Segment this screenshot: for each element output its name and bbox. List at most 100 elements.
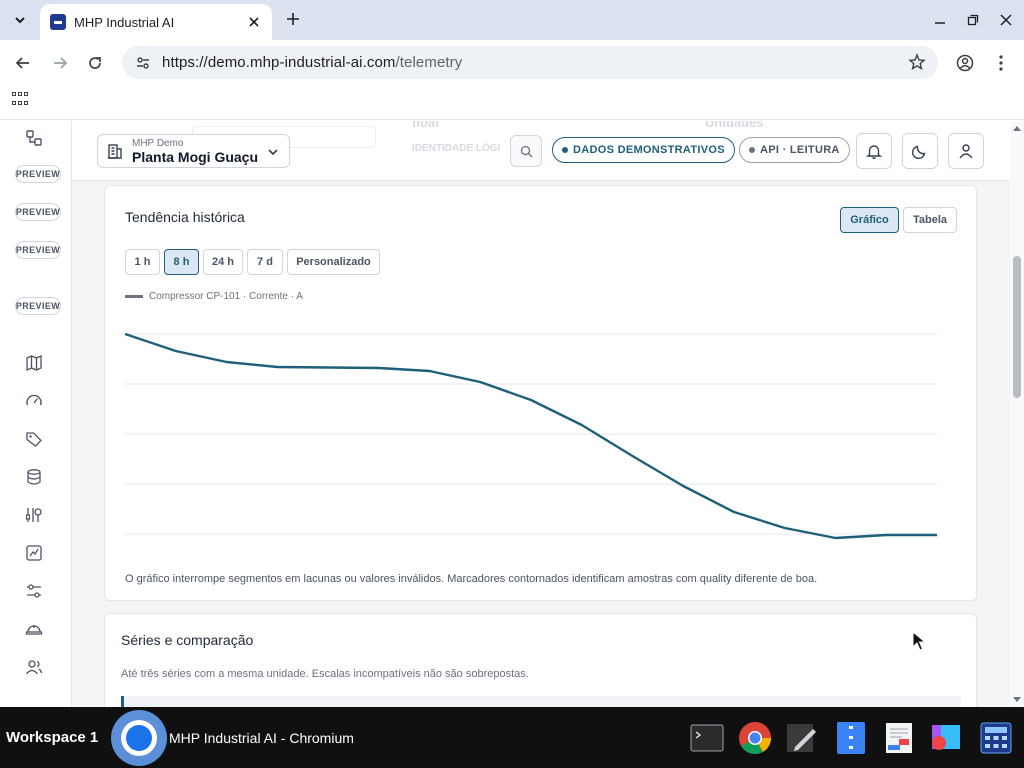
history-card: Tendência histórica Gráfico Tabela 1 h 8… [104, 185, 977, 601]
site-favicon-icon [50, 14, 66, 30]
browser-tabstrip: MHP Industrial AI [0, 0, 1024, 40]
close-window-button[interactable] [996, 10, 1016, 30]
chart-legend: Compressor CP-101 · Corrente · A [125, 291, 303, 302]
browser-tab[interactable]: MHP Industrial AI [40, 4, 272, 40]
background-text: float [412, 121, 440, 130]
kebab-menu-icon [999, 55, 1003, 71]
reload-button[interactable] [83, 51, 107, 75]
background-text: Unidades [705, 121, 764, 130]
browser-toolbar: https://demo.mhp-industrial-ai.com/telem… [0, 40, 1024, 86]
range-24h-button[interactable]: 24 h [203, 249, 243, 275]
calculator-icon[interactable] [979, 721, 1013, 755]
os-taskbar: Workspace 1 MHP Industrial AI - Chromium [0, 707, 1024, 768]
range-1h-button[interactable]: 1 h [125, 249, 160, 275]
web-page: PREVIEW PREVIEW PREVIEW PREVIEW float ID… [0, 121, 1024, 707]
sensor-icon[interactable] [25, 506, 45, 526]
scroll-up-arrow-icon[interactable] [1013, 126, 1021, 131]
gauge-icon[interactable] [25, 392, 45, 412]
theme-toggle-button[interactable] [902, 133, 938, 169]
bookmarks-bar [0, 86, 1024, 120]
minimize-icon [935, 22, 945, 24]
plant-org-label: MHP Demo [132, 138, 184, 149]
address-bar[interactable]: https://demo.mhp-industrial-ai.com/telem… [122, 46, 938, 79]
back-button[interactable] [11, 51, 35, 75]
status-dot [562, 147, 568, 153]
mouse-cursor-icon [912, 631, 926, 651]
arrow-right-icon [54, 57, 68, 69]
close-icon [1000, 14, 1012, 26]
demo-data-label: DADOS DEMONSTRATIVOS [573, 144, 725, 156]
view-chart-button[interactable]: Gráfico [840, 207, 899, 233]
notifications-button[interactable] [856, 133, 892, 169]
range-7d-button[interactable]: 7 d [247, 249, 283, 275]
chart-note: O gráfico interrompe segmentos em lacuna… [125, 573, 818, 585]
series-list-item[interactable] [121, 696, 961, 707]
search-button[interactable] [510, 135, 542, 167]
database-icon[interactable] [25, 468, 45, 488]
moon-icon [912, 145, 926, 159]
workflow-icon[interactable] [25, 129, 45, 149]
trend-chart[interactable] [125, 316, 965, 566]
map-icon[interactable] [25, 354, 45, 374]
app-sidebar: PREVIEW PREVIEW PREVIEW PREVIEW [0, 121, 72, 707]
chevron-down-icon [266, 145, 280, 159]
plant-name: Planta Mogi Guaçu [132, 149, 259, 165]
restore-button[interactable] [963, 10, 983, 30]
plant-selector[interactable]: MHP Demo Planta Mogi Guaçu [97, 134, 290, 168]
app-header: float IDENTIDADE LÓGI Unidades MHP Demo … [72, 121, 1010, 181]
site-info-icon[interactable] [134, 54, 152, 72]
profile-button[interactable] [953, 51, 977, 75]
bookmark-star-icon[interactable] [908, 53, 926, 71]
view-toggle: Gráfico Tabela [840, 207, 961, 233]
scroll-thumb[interactable] [1013, 256, 1021, 398]
chevron-down-icon [15, 17, 25, 24]
view-table-button[interactable]: Tabela [903, 207, 957, 233]
sliders-icon[interactable] [25, 582, 45, 602]
terminal-icon[interactable] [690, 721, 724, 755]
series-title: Séries e comparação [121, 632, 254, 648]
reload-icon [89, 57, 101, 69]
image-editor-icon[interactable] [929, 721, 963, 755]
page-scrollbar[interactable] [1010, 121, 1024, 707]
demo-data-badge[interactable]: DADOS DEMONSTRATIVOS [552, 137, 735, 163]
account-icon [956, 54, 974, 72]
scroll-down-arrow-icon[interactable] [1013, 697, 1021, 702]
api-mode-badge[interactable]: API · LEITURA [739, 137, 850, 163]
chrome-icon[interactable] [738, 721, 772, 755]
forward-button[interactable] [48, 51, 72, 75]
restore-icon [967, 14, 979, 26]
series-card: Séries e comparação Até três séries com … [104, 613, 977, 707]
text-editor-icon[interactable] [785, 721, 819, 755]
apps-grid-icon[interactable] [12, 92, 28, 108]
user-menu-button[interactable] [948, 133, 984, 169]
report-icon[interactable] [25, 544, 45, 564]
helmet-icon[interactable] [25, 620, 45, 640]
chromium-app-icon[interactable] [110, 707, 170, 768]
workspace-label[interactable]: Workspace 1 [6, 729, 98, 746]
range-custom-button[interactable]: Personalizado [287, 249, 380, 275]
plus-icon [287, 13, 299, 25]
url-host: https://demo.mhp-industrial-ai.com [162, 54, 396, 71]
active-window-title[interactable]: MHP Industrial AI - Chromium [169, 730, 354, 746]
browser-menu-button[interactable] [989, 51, 1013, 75]
api-mode-label: API · LEITURA [760, 144, 840, 156]
close-tab-icon[interactable] [246, 14, 262, 30]
file-manager-icon[interactable] [834, 721, 868, 755]
users-icon[interactable] [25, 658, 45, 678]
series-line[interactable] [125, 332, 937, 540]
arrow-left-icon [15, 57, 29, 69]
preview-badge[interactable]: PREVIEW [15, 297, 61, 315]
tab-list-button[interactable] [6, 8, 34, 32]
url-path: /telemetry [395, 54, 463, 71]
document-viewer-icon[interactable] [882, 721, 916, 755]
history-title: Tendência histórica [125, 209, 245, 225]
tag-icon[interactable] [25, 430, 45, 450]
new-tab-button[interactable] [282, 8, 304, 30]
minimize-button[interactable] [930, 10, 950, 30]
legend-label: Compressor CP-101 · Corrente · A [149, 291, 303, 302]
preview-badge[interactable]: PREVIEW [15, 241, 61, 259]
preview-badge[interactable]: PREVIEW [15, 203, 61, 221]
background-text: IDENTIDADE LÓGI [412, 143, 501, 154]
range-8h-button[interactable]: 8 h [164, 249, 199, 275]
preview-badge[interactable]: PREVIEW [15, 165, 61, 183]
